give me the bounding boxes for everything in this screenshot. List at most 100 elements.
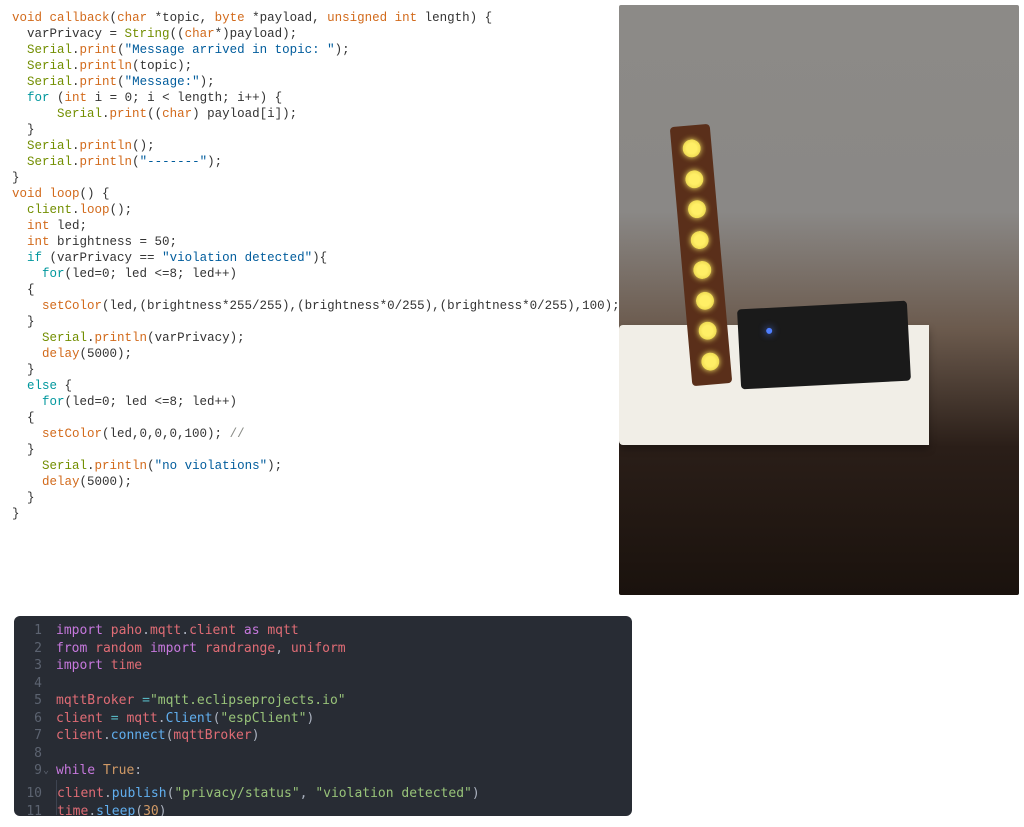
token: ( bbox=[147, 459, 155, 473]
token: println bbox=[80, 155, 133, 169]
token bbox=[87, 640, 95, 658]
token: (topic); bbox=[132, 59, 192, 73]
token: char bbox=[117, 11, 147, 25]
code-line: if (varPrivacy == "violation detected"){ bbox=[12, 250, 610, 266]
token: import bbox=[56, 657, 103, 675]
token: } bbox=[27, 443, 35, 457]
token: println bbox=[95, 459, 148, 473]
code-line: Serial.println("-------"); bbox=[12, 154, 610, 170]
code-line: 8 bbox=[14, 745, 632, 763]
token: ( bbox=[166, 727, 174, 745]
token: int bbox=[27, 219, 50, 233]
line-number: 1 bbox=[14, 622, 56, 640]
code-line: 5mqttBroker ="mqtt.eclipseprojects.io" bbox=[14, 692, 632, 710]
token: ) bbox=[159, 803, 167, 817]
token: = bbox=[142, 692, 150, 710]
token: . bbox=[102, 107, 110, 121]
token: "no violations" bbox=[155, 459, 268, 473]
token: mqttBroker bbox=[56, 692, 134, 710]
chevron-down-icon[interactable]: ⌄ bbox=[43, 762, 49, 780]
code-line: Serial.print("Message arrived in topic: … bbox=[12, 42, 610, 58]
token: ) payload[i]); bbox=[192, 107, 297, 121]
token: client bbox=[189, 622, 236, 640]
token: . bbox=[72, 139, 80, 153]
token: { bbox=[27, 411, 35, 425]
code-line: } bbox=[12, 362, 610, 378]
token: (varPrivacy == bbox=[42, 251, 162, 265]
token: (); bbox=[110, 203, 133, 217]
token: } bbox=[27, 315, 35, 329]
token: ){ bbox=[312, 251, 327, 265]
line-number: 7 bbox=[14, 727, 56, 745]
token: while bbox=[56, 762, 95, 780]
code-line: Serial.println("no violations"); bbox=[12, 458, 610, 474]
code-line: for(led=0; led <=8; led++) bbox=[12, 266, 610, 282]
code-line: else { bbox=[12, 378, 610, 394]
led-icon bbox=[682, 139, 702, 159]
token: { bbox=[57, 379, 72, 393]
token: . bbox=[104, 785, 112, 803]
code-line: for(led=0; led <=8; led++) bbox=[12, 394, 610, 410]
token: ); bbox=[207, 155, 222, 169]
token: length) { bbox=[417, 11, 492, 25]
token: . bbox=[72, 43, 80, 57]
token: String bbox=[125, 27, 170, 41]
token: *payload, bbox=[245, 11, 328, 25]
token: void bbox=[12, 187, 42, 201]
token: for bbox=[42, 267, 65, 281]
code-line: int led; bbox=[12, 218, 610, 234]
token: import bbox=[56, 622, 103, 640]
token: ) bbox=[306, 710, 314, 728]
code-line: 6client = mqtt.Client("espClient") bbox=[14, 710, 632, 728]
token: . bbox=[72, 155, 80, 169]
token: mqttBroker bbox=[173, 727, 251, 745]
token: } bbox=[27, 363, 35, 377]
code-line: varPrivacy = String((char*)payload); bbox=[12, 26, 610, 42]
token: = bbox=[111, 710, 119, 728]
token: ( bbox=[132, 155, 140, 169]
token: ( bbox=[213, 710, 221, 728]
hardware-photo bbox=[619, 5, 1019, 595]
token: (5000); bbox=[80, 475, 133, 489]
token: callback bbox=[50, 11, 110, 25]
token: void bbox=[12, 11, 42, 25]
code-line: { bbox=[12, 282, 610, 298]
python-code-block: 1import paho.mqtt.client as mqtt2from ra… bbox=[14, 616, 632, 816]
token: println bbox=[95, 331, 148, 345]
led-icon bbox=[685, 169, 705, 189]
token: Serial bbox=[42, 459, 87, 473]
token: ( bbox=[135, 803, 143, 817]
led-icon bbox=[698, 321, 718, 341]
line-number: 10 bbox=[14, 785, 56, 803]
code-line: } bbox=[12, 170, 610, 186]
token: , bbox=[300, 785, 316, 803]
token: ( bbox=[50, 91, 65, 105]
token: . bbox=[72, 203, 80, 217]
token: *)payload); bbox=[215, 27, 298, 41]
token: randrange bbox=[205, 640, 275, 658]
token: ) bbox=[472, 785, 480, 803]
token: char bbox=[185, 27, 215, 41]
token: : bbox=[134, 762, 142, 780]
token: // bbox=[230, 427, 245, 441]
token: int bbox=[27, 235, 50, 249]
token: Client bbox=[166, 710, 213, 728]
token: (( bbox=[170, 27, 185, 41]
code-line: 7client.connect(mqttBroker) bbox=[14, 727, 632, 745]
led-icon bbox=[690, 230, 710, 250]
token: "Message arrived in topic: " bbox=[125, 43, 335, 57]
code-line: delay(5000); bbox=[12, 346, 610, 362]
token: "mqtt.eclipseprojects.io" bbox=[150, 692, 346, 710]
token: . bbox=[142, 622, 150, 640]
token: } bbox=[12, 507, 20, 521]
token: as bbox=[244, 622, 260, 640]
code-line: 4 bbox=[14, 675, 632, 693]
token: ); bbox=[335, 43, 350, 57]
token bbox=[134, 692, 142, 710]
token: for bbox=[42, 395, 65, 409]
token: (( bbox=[147, 107, 162, 121]
token: int bbox=[65, 91, 88, 105]
token: byte bbox=[215, 11, 245, 25]
led-icon bbox=[701, 352, 721, 372]
token: ); bbox=[200, 75, 215, 89]
